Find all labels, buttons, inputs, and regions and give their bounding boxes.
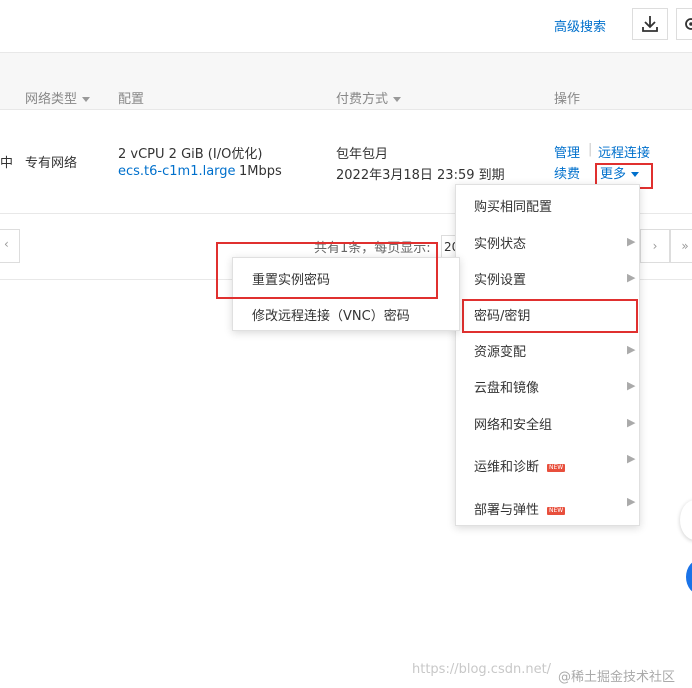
remote-connect-link[interactable]: 远程连接 [598,142,650,161]
chevron-right-icon: ▶ [627,271,636,284]
caret-down-icon [393,97,402,102]
download-button[interactable] [632,8,668,40]
manage-link[interactable]: 管理 [554,142,580,161]
status-text: 中 [0,156,14,171]
settings-button[interactable] [676,8,692,40]
menu-item-network-security[interactable]: 网络和安全组 [474,414,552,433]
new-badge: NEW [547,506,566,515]
floating-help-button[interactable] [686,559,692,595]
chevron-right-icon: ▶ [627,235,636,248]
instance-type-link[interactable]: ecs.t6-c1m1.large [118,164,236,179]
chevron-right-icon: ▶ [627,379,636,392]
expiry-value: 2022年3月18日 23:59 到期 [336,168,505,183]
floating-button[interactable] [680,500,692,540]
chevron-right-icon: ▶ [627,343,636,356]
watermark-url: https://blog.csdn.net/ [412,662,552,677]
menu-item-resource-change[interactable]: 资源变配 [474,341,526,360]
chevron-left-icon: ‹ [4,237,9,251]
caret-down-icon [82,97,91,102]
password-highlight-box [462,299,638,333]
pager-prev-button[interactable]: ‹ [0,229,20,263]
pager-next-button[interactable]: › [640,229,670,263]
gear-icon [685,18,692,30]
header-network-type[interactable]: 网络类型 [25,88,91,107]
config-spec: 2 vCPU 2 GiB (I/O优化) [118,147,263,162]
menu-item-disk-image[interactable]: 云盘和镜像 [474,377,539,396]
menu-item-instance-status[interactable]: 实例状态 [474,233,526,252]
menu-item-ops-diagnosis[interactable]: 运维和诊断 NEW [474,456,566,475]
menu-item-buy-same[interactable]: 购买相同配置 [474,196,552,215]
chevron-right-icon: ▶ [627,452,636,465]
new-badge: NEW [547,463,566,472]
renew-link[interactable]: 续费 [554,163,580,182]
header-config: 配置 [118,92,145,107]
menu-item-instance-settings[interactable]: 实例设置 [474,269,526,288]
billing-type-value: 包年包月 [336,147,389,162]
chevron-right-icon: ▶ [627,495,636,508]
menu-item-deploy-elastic[interactable]: 部署与弹性 NEW [474,499,566,518]
reset-password-highlight-box [216,242,438,299]
advanced-search-link[interactable]: 高级搜索 [554,16,606,35]
bandwidth-value: 1Mbps [239,164,282,179]
vnc-password-item[interactable]: 修改远程连接（VNC）密码 [252,305,410,324]
watermark-brand: @稀土掘金技术社区 [558,670,676,685]
download-icon [642,16,658,32]
header-billing[interactable]: 付费方式 [336,88,402,107]
action-separator: | [588,142,593,157]
header-actions: 操作 [554,92,581,107]
pager-last-button[interactable]: » [670,229,692,263]
network-type-value: 专有网络 [25,156,78,171]
chevron-right-icon: ▶ [627,416,636,429]
